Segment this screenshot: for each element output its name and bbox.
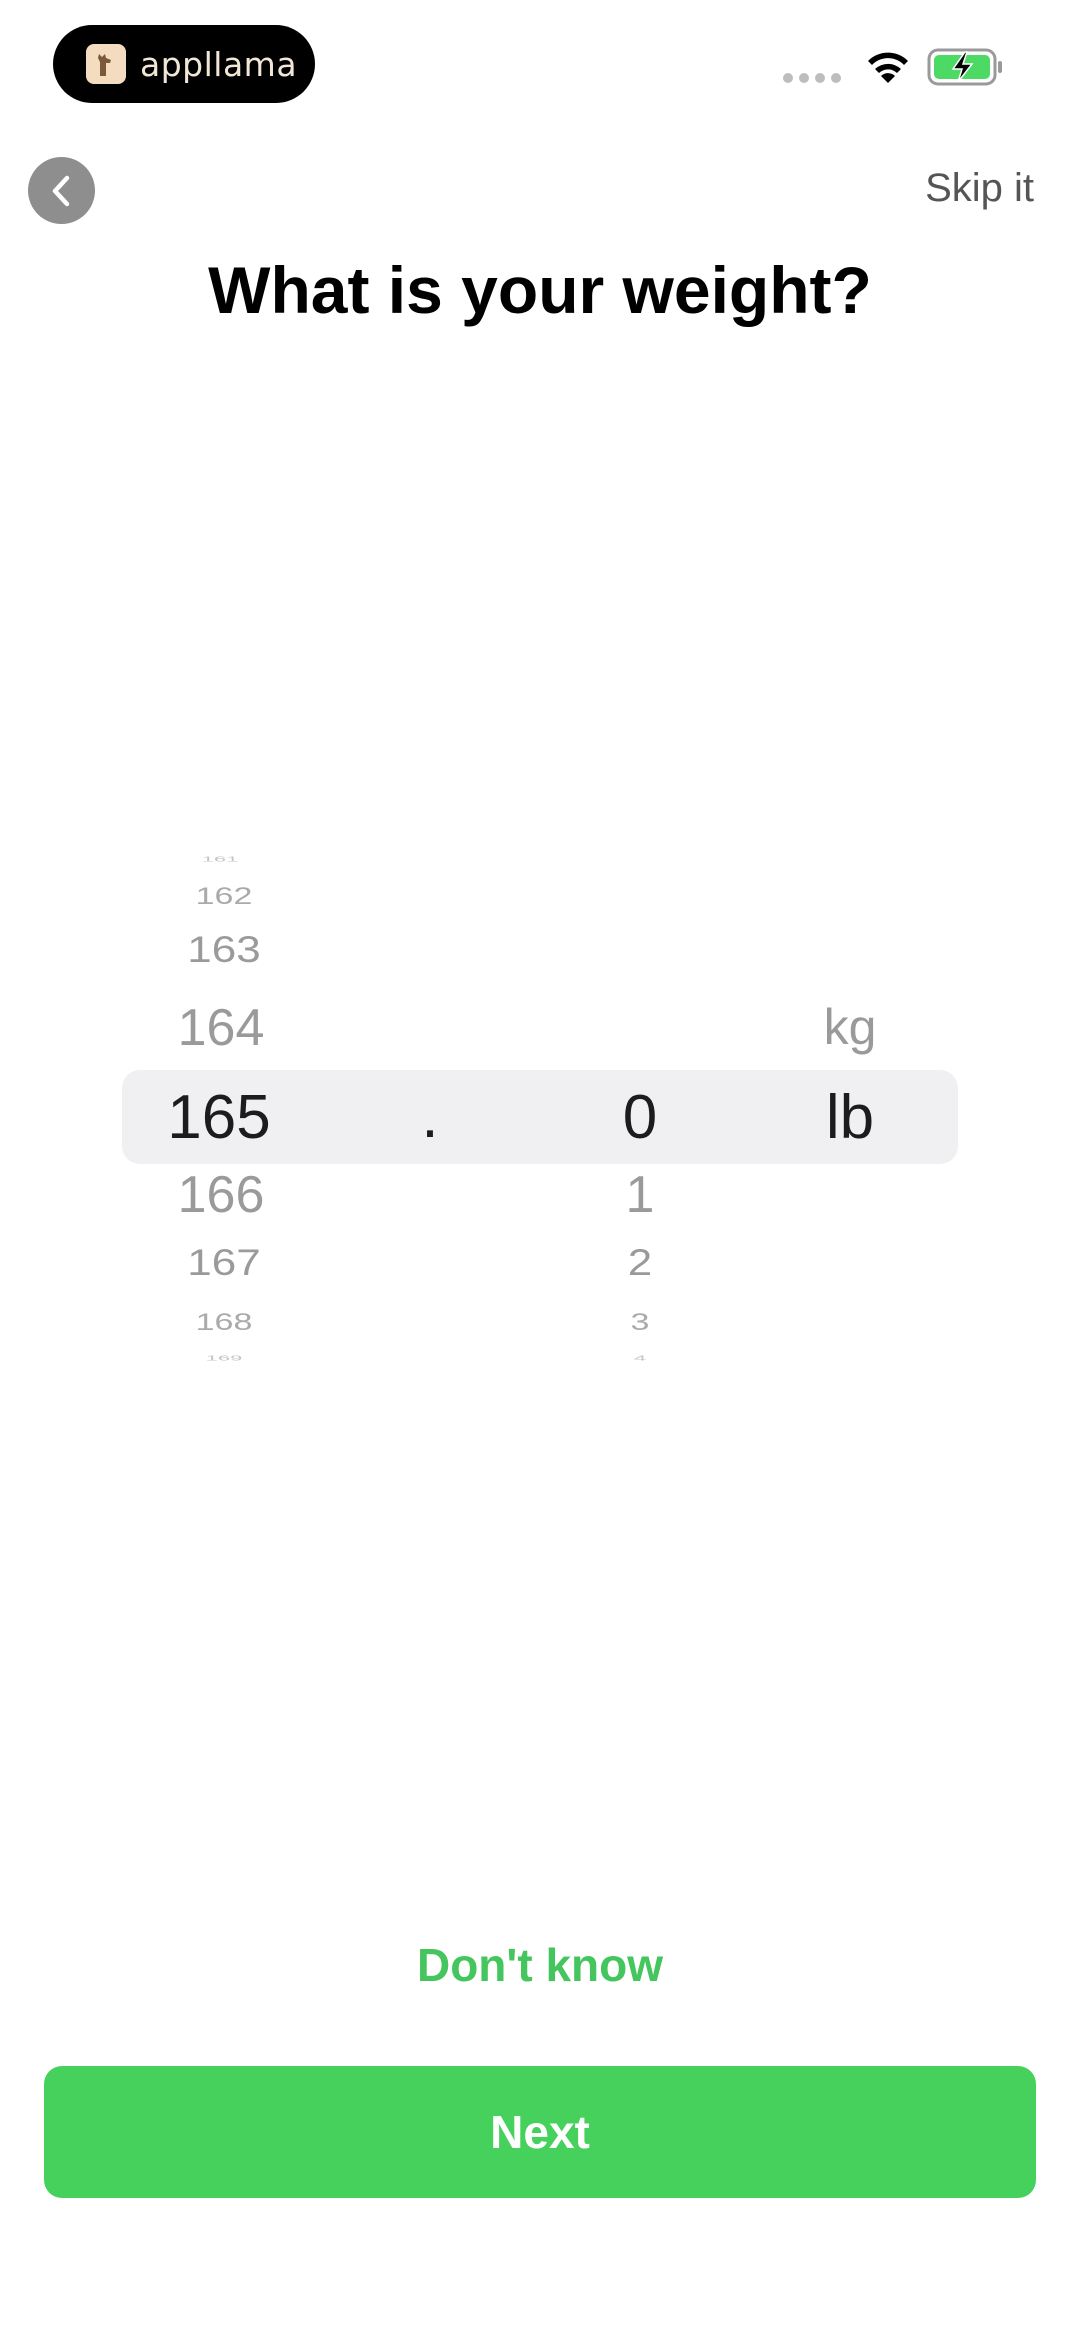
- picker-item: 2: [627, 1241, 653, 1284]
- unit-wheel[interactable]: kg lb: [790, 860, 910, 1370]
- decimal-separator: .: [421, 1082, 439, 1151]
- picker-item: kg: [823, 999, 877, 1055]
- cellular-signal-icon: [783, 73, 841, 83]
- picker-item: 164: [177, 999, 265, 1057]
- picker-item: 1: [625, 1166, 655, 1224]
- page-title: What is your weight?: [208, 253, 872, 327]
- llama-logo-icon: [86, 44, 126, 84]
- decimal-wheel[interactable]: 0 1 2 3 4: [585, 860, 695, 1370]
- picker-item: 162: [195, 882, 253, 910]
- next-button[interactable]: Next: [44, 2066, 1036, 2198]
- picker-item: 166: [177, 1166, 265, 1224]
- picker-item: 3: [630, 1308, 650, 1336]
- picker-item-selected: 0: [622, 1083, 658, 1152]
- picker-item: 163: [187, 928, 261, 971]
- picker-item: 167: [187, 1241, 261, 1284]
- status-icons: [783, 48, 1005, 86]
- picker-item-selected: 165: [167, 1083, 271, 1152]
- app-pill: appllama: [53, 25, 315, 103]
- app-pill-label: appllama: [140, 44, 298, 84]
- battery-charging-icon: [927, 48, 1002, 86]
- picker-item: 161: [201, 854, 239, 864]
- skip-button[interactable]: Skip it: [925, 166, 1034, 211]
- dont-know-button[interactable]: Don't know: [0, 1938, 1080, 1992]
- picker-item-selected: lb: [825, 1083, 875, 1152]
- picker-item: 4: [633, 1353, 647, 1363]
- wifi-icon: [868, 52, 908, 83]
- back-button[interactable]: [28, 157, 95, 224]
- chevron-left-icon: [52, 175, 69, 206]
- picker-item: 169: [205, 1353, 243, 1363]
- integer-wheel[interactable]: 161 162 163 164 165 166 167 168 169: [150, 854, 290, 1370]
- picker-item: 168: [195, 1308, 253, 1336]
- weight-picker[interactable]: 161 162 163 164 165 166 167 168 169 . 0 …: [0, 854, 1080, 1370]
